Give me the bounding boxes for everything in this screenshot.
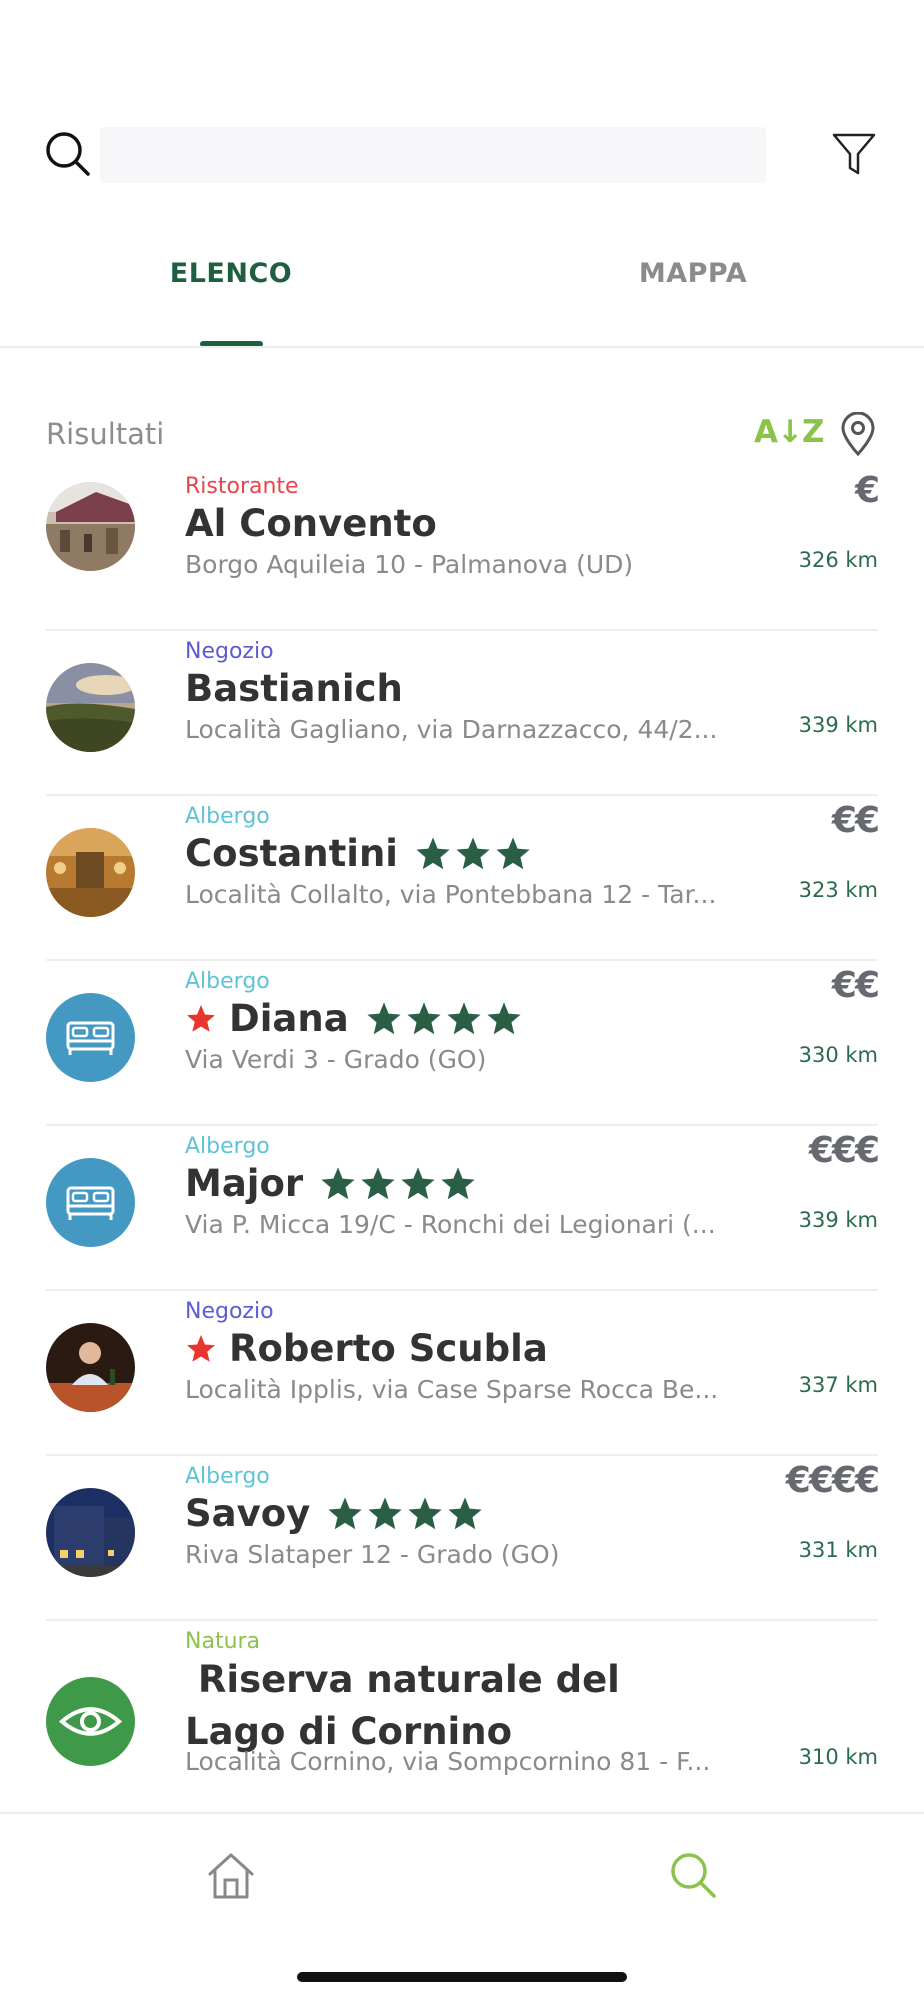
item-category: Albergo [185,1134,270,1159]
home-indicator [297,1972,627,1982]
item-distance: 330 km [798,1043,878,1067]
results-label: Risultati [46,417,165,451]
item-category: Ristorante [185,474,299,499]
item-name: Costantini [185,832,398,875]
rating-star-icon [441,1166,475,1199]
item-distance: 326 km [798,548,878,572]
list-item[interactable]: Ristorante Al Convento Borgo Aquileia 10… [0,466,924,631]
item-category: Negozio [185,639,274,664]
home-icon[interactable] [205,1850,257,1902]
item-address: Località Cornino, via Sompcornino 81 - F… [185,1747,711,1776]
item-address: Via P. Micca 19/C - Ronchi dei Legionari… [185,1210,716,1239]
eye-icon-avatar [46,1677,135,1766]
item-title: Savoy [185,1492,486,1535]
item-title: Diana [185,997,525,1040]
star-rating [365,1000,525,1038]
item-category: Albergo [185,804,270,829]
item-title: Major [185,1162,479,1205]
item-address: Località Ipplis, via Case Sparse Rocca B… [185,1375,719,1404]
item-address: Borgo Aquileia 10 - Palmanova (UD) [185,550,634,579]
item-distance: 323 km [798,878,878,902]
rating-star-icon [408,1496,442,1529]
bed-icon [66,1021,115,1055]
list-item[interactable]: Natura Riserva naturale del Lago di Corn… [0,1621,924,1826]
item-title: Costantini [185,832,534,875]
star-rating [326,1495,486,1533]
item-name: Roberto Scubla [229,1327,548,1370]
bottom-navigation [0,1812,924,2000]
list-item[interactable]: Albergo Costantini Località Collalto, vi… [0,796,924,961]
results-list: Ristorante Al Convento Borgo Aquileia 10… [0,466,924,1826]
rating-star-icon [328,1496,362,1529]
item-price: €€€€ [785,1460,880,1501]
favorite-star-icon [187,1334,215,1362]
rating-star-icon [496,836,530,869]
list-item[interactable]: Negozio Roberto Scubla Località Ipplis, … [0,1291,924,1456]
star-rating [319,1165,479,1203]
filter-icon[interactable] [830,130,878,178]
item-category: Albergo [185,969,270,994]
winemaker-photo [46,1323,135,1412]
item-name: Diana [229,997,349,1040]
bed-icon-avatar [46,993,135,1082]
item-name: Bastianich [185,667,403,710]
item-title: Roberto Scubla [185,1327,548,1370]
item-distance: 310 km [798,1745,878,1769]
item-distance: 339 km [798,713,878,737]
bed-icon [66,1186,115,1220]
hotel-night-photo [46,1488,135,1577]
item-address: Via Verdi 3 - Grado (GO) [185,1045,487,1074]
item-name: Al Convento [185,502,437,545]
item-price: € [854,470,880,511]
eye-icon [58,1707,123,1736]
rating-star-icon [367,1001,401,1034]
item-price: €€€ [808,1130,880,1171]
item-category: Negozio [185,1299,274,1324]
star-rating [414,835,534,873]
list-item[interactable]: Albergo Diana Via Verdi 3 - Grado (GO) €… [0,961,924,1126]
item-category: Natura [185,1629,261,1654]
vineyard-photo [46,663,135,752]
item-title: Riserva naturale del Lago di Cornino [185,1657,725,1761]
item-address: Riva Slataper 12 - Grado (GO) [185,1540,560,1569]
rating-star-icon [368,1496,402,1529]
rating-star-icon [447,1001,481,1034]
item-distance: 339 km [798,1208,878,1232]
rating-star-icon [321,1166,355,1199]
item-name: Savoy [185,1492,311,1535]
item-price: €€ [831,965,880,1006]
item-distance: 337 km [798,1373,878,1397]
item-name: Riserva naturale del Lago di Cornino [185,1658,646,1753]
rating-star-icon [487,1001,521,1034]
item-address: Località Gagliano, via Darnazzacco, 44/2… [185,715,718,744]
tab-mappa[interactable]: MAPPA [462,258,924,289]
item-price: €€ [831,800,880,841]
item-address: Località Collalto, via Pontebbana 12 - T… [185,880,717,909]
rating-star-icon [448,1496,482,1529]
bed-icon-avatar [46,1158,135,1247]
favorite-star-icon [187,1004,215,1032]
item-title: Bastianich [185,667,403,710]
item-name: Major [185,1162,304,1205]
rating-star-icon [401,1166,435,1199]
rating-star-icon [416,836,450,869]
tab-divider [0,346,924,348]
item-title: Al Convento [185,502,437,545]
list-item[interactable]: Negozio Bastianich Località Gagliano, vi… [0,631,924,796]
rating-star-icon [456,836,490,869]
search-icon[interactable] [44,130,92,178]
list-item[interactable]: Albergo Major Via P. Micca 19/C - Ronchi… [0,1126,924,1291]
restaurant-photo [46,482,135,571]
sort-alphabetical-button[interactable]: A↓Z [754,414,824,450]
location-pin-icon[interactable] [838,412,878,456]
list-item[interactable]: Albergo Savoy Riva Slataper 12 - Grado (… [0,1456,924,1621]
search-input[interactable] [100,127,766,183]
rating-star-icon [407,1001,441,1034]
rating-star-icon [361,1166,395,1199]
item-distance: 331 km [798,1538,878,1562]
item-category: Albergo [185,1464,270,1489]
search-icon[interactable] [668,1850,718,1900]
hotel-room-photo [46,828,135,917]
tab-elenco[interactable]: ELENCO [0,258,462,289]
